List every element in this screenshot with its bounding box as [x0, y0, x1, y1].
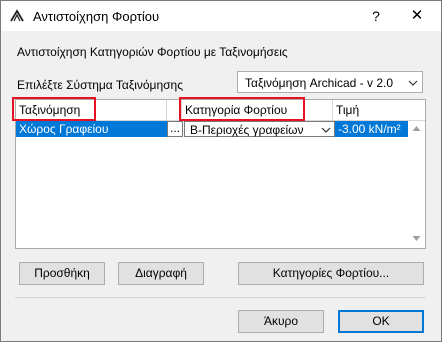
classification-cell[interactable]: Χώρος Γραφείου	[16, 121, 167, 137]
ok-button[interactable]: OK	[338, 310, 424, 333]
value-cell[interactable]: -3.00 kN/m²	[335, 121, 408, 137]
table-row[interactable]: Χώρος Γραφείου ... Β-Περιοχές γραφείων -…	[16, 121, 408, 137]
classification-system-value: Ταξινόμηση Archicad - v 2.0	[245, 76, 394, 90]
chevron-down-icon	[321, 127, 331, 133]
chevron-down-icon	[408, 80, 418, 86]
archicad-app-icon	[10, 9, 24, 22]
annotation-box-classification	[12, 97, 96, 121]
footer-divider	[15, 297, 426, 298]
title-bar: Αντιστοίχηση Φορτίου ? ✕	[1, 1, 441, 31]
load-category-dropdown[interactable]: Β-Περιοχές γραφείων	[184, 121, 335, 137]
scroll-down-icon[interactable]	[412, 235, 421, 242]
classification-system-select[interactable]: Ταξινόμηση Archicad - v 2.0	[237, 71, 423, 93]
load-mapping-dialog: Αντιστοίχηση Φορτίου ? ✕ Αντιστοίχηση Κα…	[0, 0, 442, 342]
scroll-up-icon[interactable]	[412, 125, 421, 132]
close-button[interactable]: ✕	[407, 6, 427, 26]
section-label: Αντιστοίχηση Κατηγοριών Φορτίου με Ταξιν…	[17, 45, 288, 59]
classification-system-label: Επιλέξτε Σύστημα Ταξινόμησης	[17, 78, 183, 92]
help-button[interactable]: ?	[366, 6, 386, 26]
browse-classification-button[interactable]: ...	[167, 121, 183, 137]
cancel-button[interactable]: Άκυρο	[238, 310, 324, 333]
add-button[interactable]: Προσθήκη	[19, 262, 105, 285]
annotation-box-load-category	[179, 97, 305, 121]
mapping-table: Ταξινόμηση Κατηγορία Φορτίου Τιμή Χώρος …	[15, 99, 426, 249]
load-categories-button[interactable]: Κατηγορίες Φορτίου...	[238, 262, 424, 285]
column-header-value[interactable]: Τιμή	[333, 100, 425, 120]
dialog-title: Αντιστοίχηση Φορτίου	[33, 9, 160, 24]
delete-button[interactable]: Διαγραφή	[118, 262, 204, 285]
load-category-value: Β-Περιοχές γραφείων	[190, 123, 304, 137]
vertical-scrollbar[interactable]	[408, 121, 425, 248]
